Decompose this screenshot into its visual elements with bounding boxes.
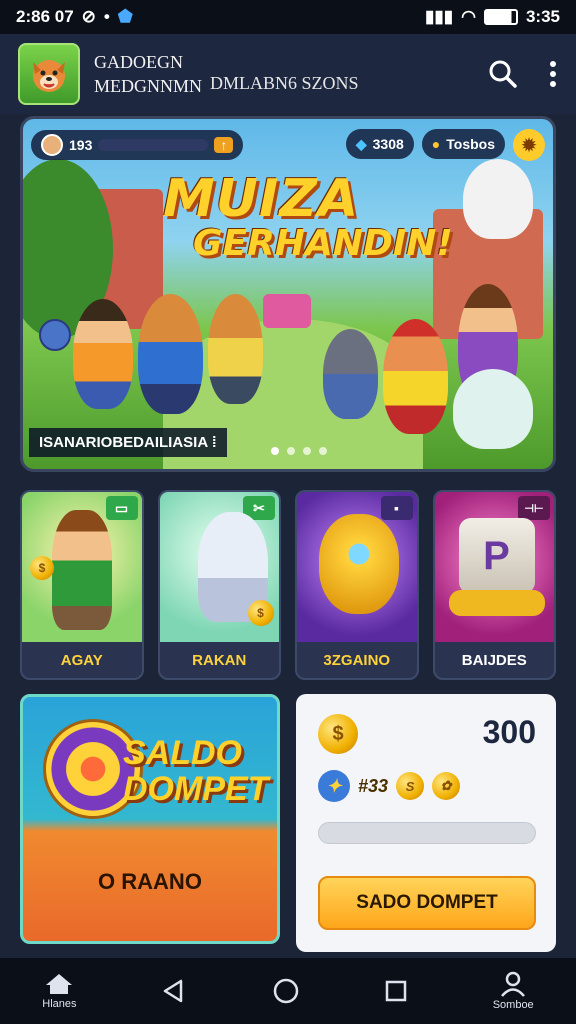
hero-title-line1: MUIZA bbox=[163, 169, 360, 229]
profile-icon bbox=[501, 971, 526, 997]
app-logo[interactable] bbox=[18, 43, 80, 105]
saldo-dompet-promo[interactable]: SALDO DOMPET O RAANO bbox=[20, 694, 280, 944]
hero-caption-text: ISANARIOBEDAILIASIA bbox=[39, 434, 208, 451]
category-card-3zgaino[interactable]: ▪ 3ZGAINO bbox=[295, 490, 419, 680]
home-icon bbox=[46, 974, 73, 994]
player-level-pill[interactable]: 193 ↑ bbox=[31, 130, 244, 160]
wallet-coin-text: #33 bbox=[358, 775, 389, 796]
p-block-character-icon: P bbox=[458, 518, 535, 594]
home-circle-icon[interactable] bbox=[272, 977, 300, 1005]
character-dog-blue bbox=[138, 294, 203, 414]
carousel-dot[interactable] bbox=[271, 447, 279, 455]
coin-icon: $ bbox=[247, 600, 274, 626]
coin-decoration-icon bbox=[39, 319, 71, 351]
signal-icon: ▮▮▮ bbox=[425, 7, 454, 26]
character-fox-yellow bbox=[383, 319, 448, 434]
wallet-progress-bar bbox=[318, 822, 536, 844]
card-badge-icon: ▭ bbox=[105, 496, 138, 520]
coin-icon: ● bbox=[431, 136, 441, 152]
dog-mascot-icon bbox=[33, 60, 65, 92]
coin-icon: $ bbox=[30, 556, 54, 580]
shield-icon: ⬟ bbox=[117, 7, 133, 26]
bottom-navigation: Hlanes Somboe bbox=[0, 958, 576, 1024]
gem-icon: ◆ bbox=[355, 135, 367, 152]
player-level: 193 bbox=[69, 137, 93, 153]
carousel-dot[interactable] bbox=[303, 447, 311, 455]
wallet-rewards-row: ✦ #33 S ✿ bbox=[318, 770, 461, 802]
character-dog-yellow bbox=[208, 294, 263, 404]
coin-count: Tosbos bbox=[446, 136, 495, 152]
category-cards: ▭ $ AGAY ✂ $ RAKAN ▪ 3ZGAINO ⊣⊢ P BAIJDE… bbox=[20, 490, 556, 680]
card-badge-icon: ⊣⊢ bbox=[518, 496, 550, 520]
boy-green-shirt-icon bbox=[52, 510, 112, 630]
status-bar: 2:86 07 ⊘ • ⬟ ▮▮▮ ◠ 3:35 bbox=[0, 0, 576, 34]
status-time-right: 3:35 bbox=[525, 7, 560, 26]
recents-icon[interactable] bbox=[384, 979, 408, 1003]
app-title-line2: MEDGNNMN bbox=[94, 76, 202, 96]
player-avatar-icon bbox=[41, 134, 63, 156]
status-time: 2:86 07 bbox=[16, 7, 74, 26]
more-options-icon[interactable] bbox=[548, 59, 558, 89]
nav-home-label: Hlanes bbox=[42, 998, 77, 1010]
promo-title-line1: SALDO bbox=[123, 734, 242, 772]
nav-profile-label: Somboe bbox=[492, 999, 534, 1011]
app-bar: GADOEGN MEDGNNMN DMLABN6 SZONS bbox=[0, 34, 576, 114]
character-cat-gray bbox=[323, 329, 378, 419]
sync-icon: ⊘ bbox=[81, 7, 96, 26]
hero-caption: ISANARIOBEDAILIASIA ⁞ bbox=[29, 428, 227, 457]
promo-title-line2: DOMPET bbox=[123, 770, 269, 808]
nav-home[interactable]: Hlanes bbox=[42, 972, 77, 1010]
card-label: AGAY bbox=[60, 651, 103, 669]
search-icon[interactable] bbox=[488, 59, 518, 89]
puzzle-icon: ✦ bbox=[318, 770, 350, 802]
card-art: ⊣⊢ P bbox=[434, 492, 554, 642]
nav-profile[interactable]: Somboe bbox=[493, 971, 534, 1011]
golden-trophy-icon bbox=[319, 514, 399, 614]
card-art: ▪ bbox=[297, 492, 417, 642]
dot-icon: • bbox=[103, 7, 110, 26]
hero-banner[interactable]: 193 ↑ ◆ 3308 ● Tosbos ✹ MUIZA GERHANDIN!… bbox=[20, 116, 556, 472]
card-label: 3ZGAINO bbox=[323, 651, 391, 669]
promo-title: SALDO DOMPET bbox=[123, 735, 268, 807]
carousel-dot[interactable] bbox=[287, 447, 295, 455]
back-icon[interactable] bbox=[161, 978, 187, 1004]
hero-title: MUIZA GERHANDIN! bbox=[163, 169, 453, 264]
character-bunny-white bbox=[453, 369, 533, 449]
caption-cursor-icon: ⁞ bbox=[211, 434, 217, 451]
battery-icon bbox=[483, 9, 518, 25]
card-art: ▭ $ bbox=[22, 492, 142, 642]
hero-title-line2: GERHANDIN! bbox=[193, 223, 453, 264]
app-title-line1: GADOEGN bbox=[94, 52, 183, 72]
coin-counter[interactable]: ● Tosbos bbox=[421, 129, 505, 159]
carousel-dots[interactable] bbox=[271, 447, 327, 455]
category-card-rakan[interactable]: ✂ $ RAKAN bbox=[157, 490, 281, 680]
wallet-coin-icon: $ bbox=[318, 714, 358, 754]
card-badge-icon: ▪ bbox=[380, 496, 413, 520]
card-label: RAKAN bbox=[192, 651, 247, 669]
category-card-baijdes[interactable]: ⊣⊢ P BAIJDES bbox=[432, 490, 556, 680]
gift-box-icon bbox=[263, 294, 311, 328]
wallet-amount: 300 bbox=[482, 714, 536, 750]
gold-arms-decoration bbox=[448, 590, 545, 616]
card-art: ✂ $ bbox=[159, 492, 279, 642]
level-bar bbox=[98, 139, 209, 151]
wifi-icon: ◠ bbox=[461, 7, 476, 26]
character-cat-white bbox=[463, 159, 533, 239]
level-boost-icon[interactable]: ↑ bbox=[214, 137, 234, 153]
gem-count: 3308 bbox=[372, 136, 404, 152]
hero-hud: 193 ↑ ◆ 3308 ● Tosbos ✹ bbox=[31, 129, 545, 161]
coin-small-icon: S bbox=[396, 772, 425, 800]
card-label: BAIJDES bbox=[461, 651, 527, 669]
app-title: GADOEGN MEDGNNMN bbox=[94, 50, 202, 98]
settings-gear-icon[interactable]: ✹ bbox=[513, 129, 545, 161]
promo-button[interactable]: O RAANO bbox=[23, 869, 277, 895]
character-boy-orange bbox=[73, 299, 133, 409]
carousel-dot[interactable] bbox=[319, 447, 327, 455]
app-subtitle: DMLABN6 SZONS bbox=[210, 73, 359, 93]
coin-paw-icon: ✿ bbox=[432, 772, 461, 800]
gem-counter[interactable]: ◆ 3308 bbox=[345, 129, 414, 159]
wallet-card: $ 300 ✦ #33 S ✿ SADO DOMPET bbox=[296, 694, 556, 952]
category-card-agay[interactable]: ▭ $ AGAY bbox=[20, 490, 144, 680]
saldo-dompet-button[interactable]: SADO DOMPET bbox=[318, 876, 536, 930]
